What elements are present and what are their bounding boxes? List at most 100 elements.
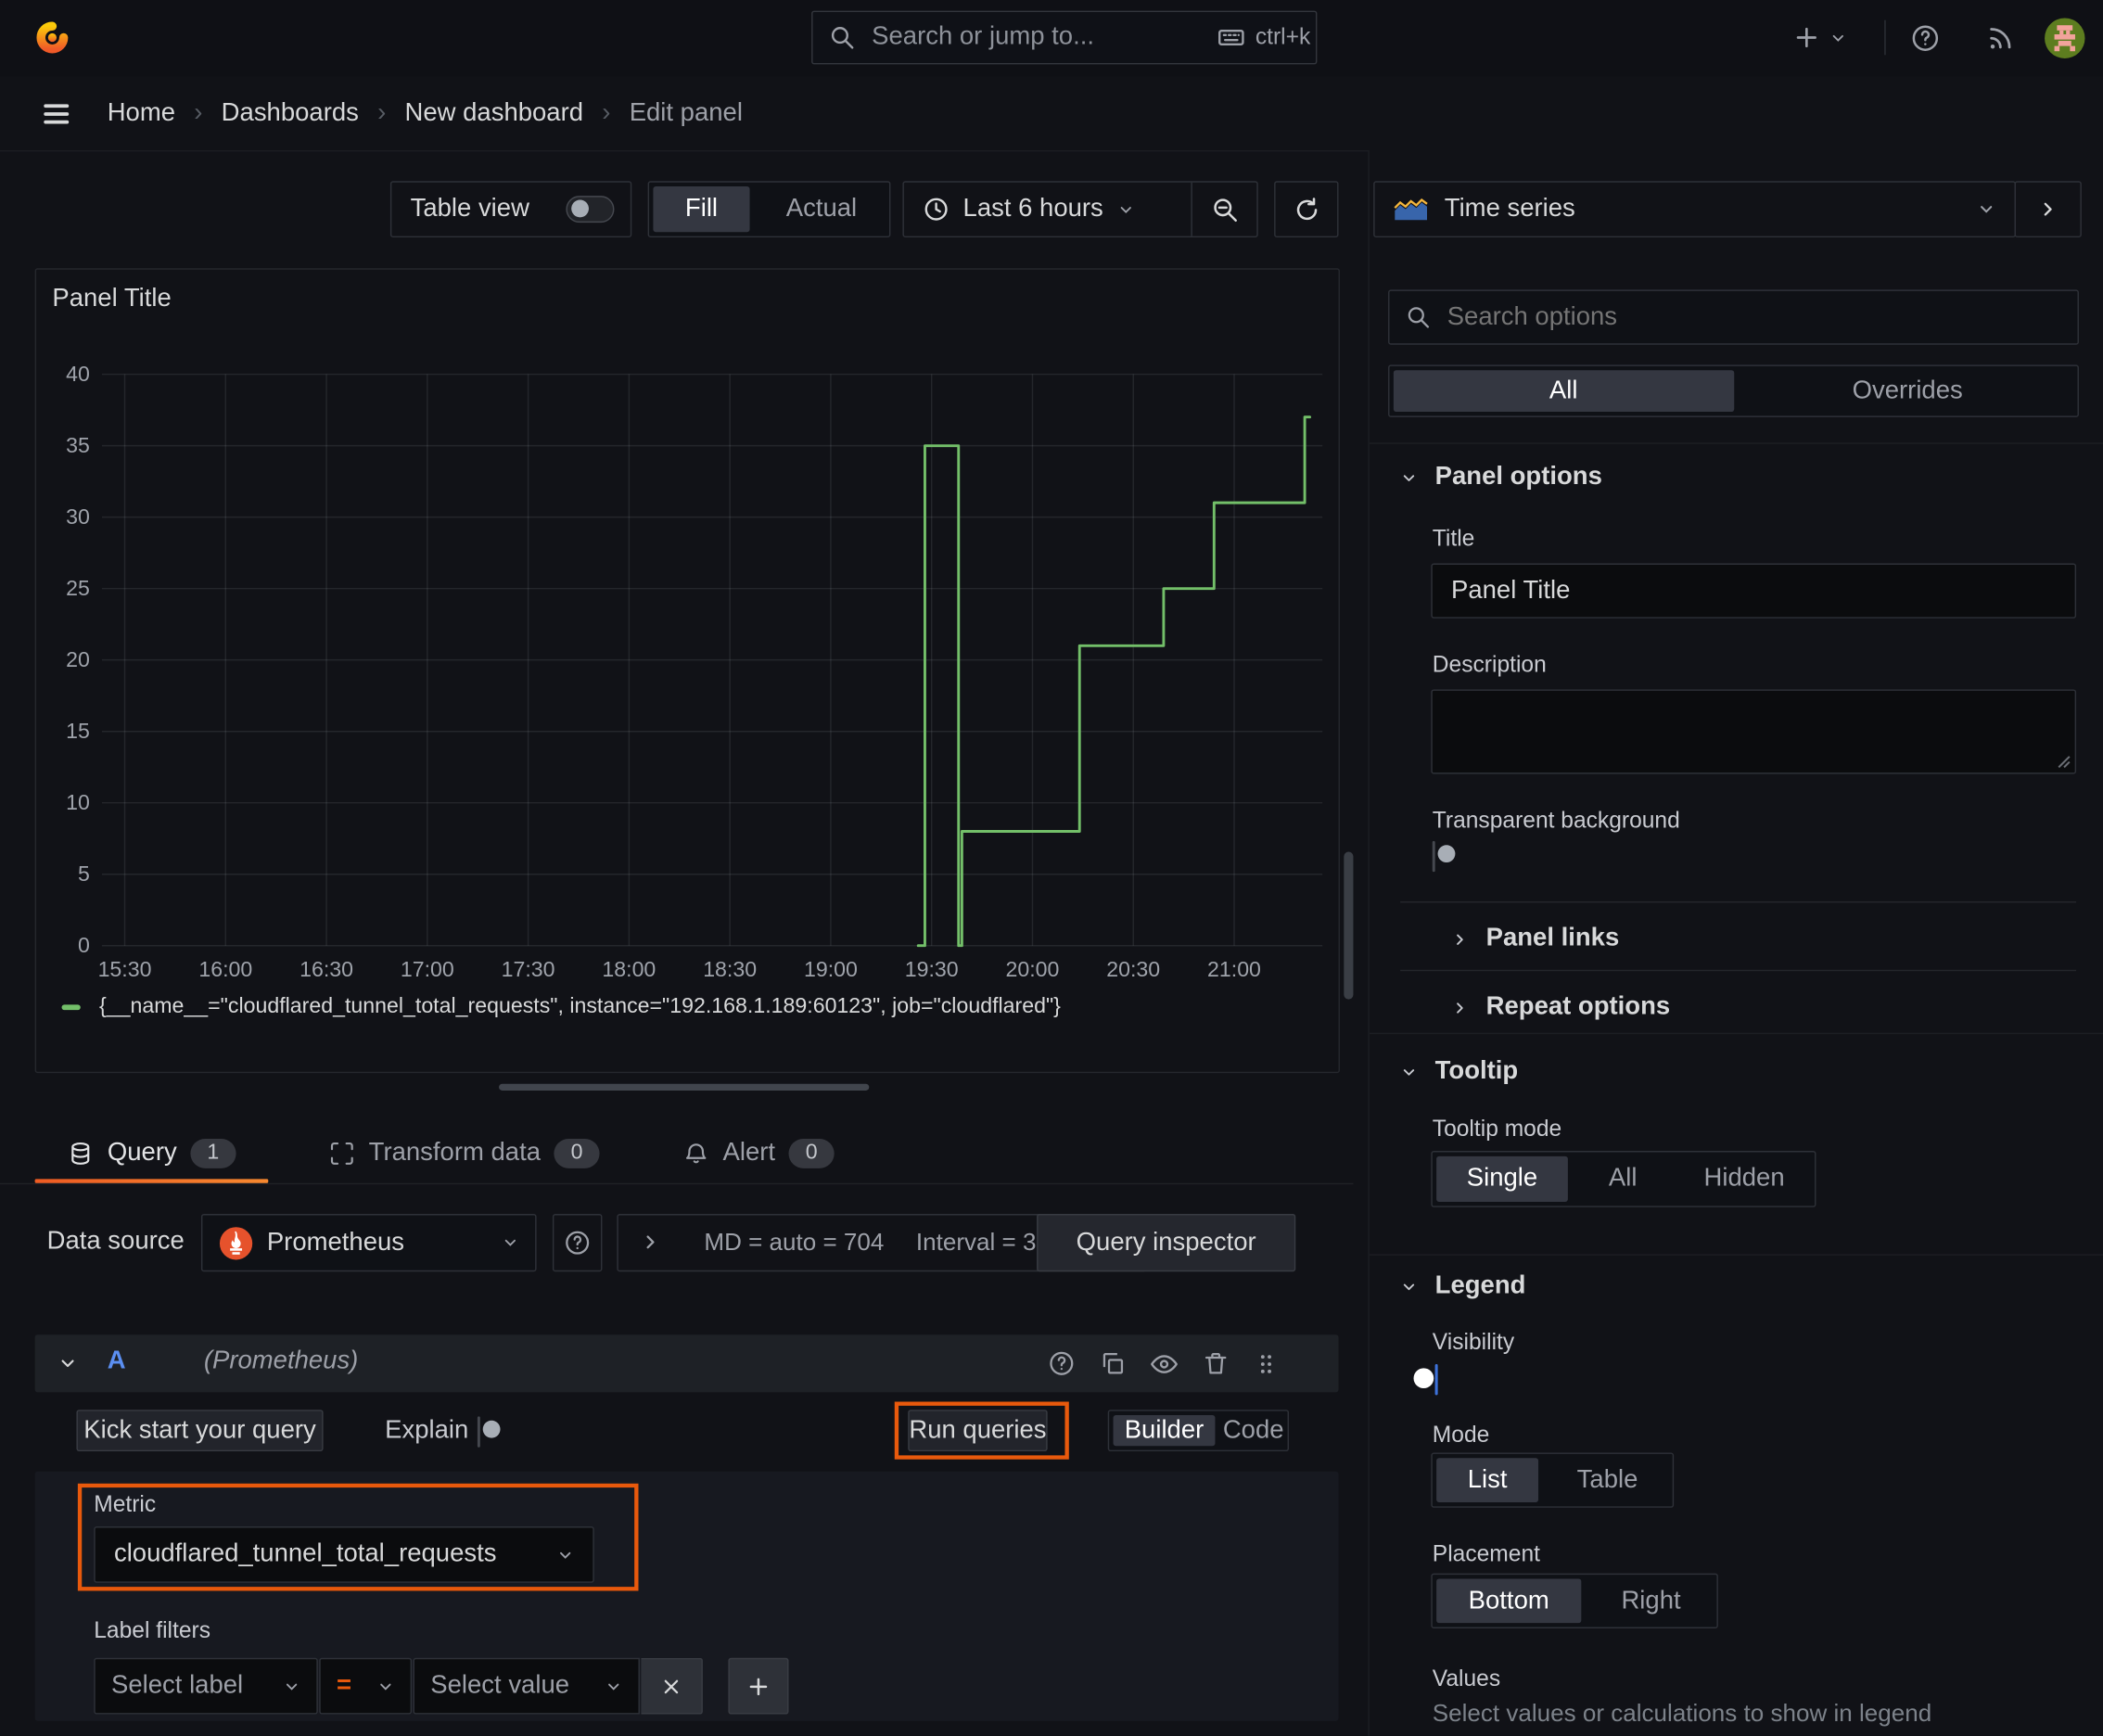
visibility-label: Visibility [1432, 1329, 1515, 1355]
tooltip-mode-single[interactable]: Single [1436, 1155, 1568, 1203]
tab-alert[interactable]: Alert 0 [660, 1124, 858, 1183]
delete-query-trash-icon[interactable] [1202, 1349, 1230, 1377]
repeat-options-section[interactable]: Repeat options [1451, 976, 1670, 1039]
drag-handle-grip-icon[interactable] [1253, 1350, 1280, 1377]
zoom-out-button[interactable] [1191, 182, 1256, 236]
remove-filter-button[interactable] [641, 1657, 703, 1715]
explain-toggle[interactable] [477, 1416, 501, 1448]
zoom-out-icon [1210, 195, 1238, 223]
query-row-header[interactable]: A (Prometheus) [34, 1334, 1339, 1393]
actual-option[interactable]: Actual [754, 183, 889, 236]
time-range-picker[interactable]: Last 6 hours [904, 195, 1192, 224]
panel-title-field[interactable] [1431, 563, 2077, 619]
svg-text:19:00: 19:00 [804, 957, 858, 981]
legend-mode-table[interactable]: Table [1542, 1454, 1672, 1506]
panel-options-section-header[interactable]: Panel options [1400, 463, 1602, 492]
select-value-dropdown[interactable]: Select value [413, 1657, 640, 1715]
legend-values-label: Values [1432, 1666, 1501, 1691]
global-search[interactable]: ctrl+k [811, 10, 1318, 65]
refresh-icon [1293, 195, 1320, 223]
tab-transform-data[interactable]: Transform data 0 [303, 1124, 625, 1183]
tooltip-mode-all[interactable]: All [1572, 1152, 1674, 1206]
global-search-input[interactable] [869, 21, 1204, 54]
resize-handle-icon[interactable] [2058, 755, 2071, 769]
time-series-chart[interactable]: 0 5 10 15 20 25 30 35 40 15:30 16:00 16:30 17:00 17:3… [36, 270, 1336, 1069]
tab-query[interactable]: Query 1 [34, 1124, 269, 1183]
chart-legend: {__name__="cloudflared_tunnel_total_requ… [61, 995, 1061, 1019]
news-rss-icon[interactable] [1985, 23, 2016, 54]
run-queries-button[interactable]: Run queries [908, 1410, 1048, 1452]
collapse-query-chevron-down-icon[interactable] [57, 1353, 78, 1373]
legend-placement-bottom[interactable]: Bottom [1436, 1578, 1582, 1624]
editor-tabs: Query 1 Transform data 0 Alert 0 [0, 1124, 1354, 1185]
datasource-picker[interactable]: Prometheus [200, 1214, 537, 1272]
svg-text:19:30: 19:30 [905, 957, 959, 981]
tab-all[interactable]: All [1393, 370, 1734, 413]
svg-text:17:30: 17:30 [502, 957, 555, 981]
select-label-placeholder: Select label [111, 1671, 244, 1700]
hamburger-menu-icon[interactable] [40, 98, 72, 131]
datasource-row: Data source Prometheus MD = auto = 704 I… [0, 1214, 1353, 1272]
transparent-background-toggle[interactable] [1432, 840, 1456, 873]
avatar[interactable] [2044, 18, 2085, 59]
kick-start-query-button[interactable]: Kick start your query [76, 1410, 324, 1452]
breadcrumb-dashboards[interactable]: Dashboards [222, 98, 359, 128]
select-label-dropdown[interactable]: Select label [94, 1657, 318, 1715]
legend-placement-right[interactable]: Right [1586, 1575, 1717, 1627]
visualization-picker[interactable]: Time series [1373, 181, 2016, 238]
collapse-sidebar-button[interactable] [2014, 181, 2082, 238]
query-ref-id: A [107, 1347, 126, 1375]
svg-text:15: 15 [66, 719, 90, 743]
svg-text:16:00: 16:00 [198, 957, 252, 981]
search-options-box[interactable] [1388, 289, 2079, 345]
legend-visibility-toggle[interactable] [1413, 1364, 1438, 1396]
legend-section-header[interactable]: Legend [1400, 1271, 1525, 1301]
tooltip-mode-hidden[interactable]: Hidden [1674, 1152, 1815, 1206]
breadcrumb-home[interactable]: Home [108, 98, 175, 128]
plus-icon [1791, 23, 1821, 53]
main-area: Table view Fill Actual Last 6 hours Pane… [0, 150, 1354, 1736]
legend-series-label[interactable]: {__name__="cloudflared_tunnel_total_requ… [99, 995, 1061, 1019]
tooltip-section-header[interactable]: Tooltip [1400, 1057, 1518, 1087]
new-menu-button[interactable] [1791, 23, 1846, 53]
duplicate-query-icon[interactable] [1099, 1349, 1127, 1377]
description-field[interactable] [1431, 689, 2077, 774]
query-inspector-button[interactable]: Query inspector [1037, 1214, 1296, 1272]
main-scrollbar[interactable] [1344, 851, 1354, 1000]
operator-dropdown[interactable]: = [319, 1657, 413, 1715]
builder-code-switch: Builder Code [1107, 1410, 1290, 1452]
grafana-logo-icon[interactable] [32, 18, 72, 57]
toggle-visibility-eye-icon[interactable] [1150, 1348, 1179, 1378]
code-option[interactable]: Code [1219, 1411, 1288, 1450]
breadcrumb-new-dashboard[interactable]: New dashboard [405, 98, 584, 128]
panel-title-input[interactable] [1448, 574, 2059, 607]
datasource-help-button[interactable] [552, 1214, 603, 1272]
metric-select[interactable]: cloudflared_tunnel_total_requests [94, 1526, 594, 1583]
svg-text:35: 35 [66, 433, 90, 457]
panel-resize-handle[interactable] [499, 1083, 870, 1091]
help-icon[interactable] [1910, 23, 1941, 54]
operator-value: = [337, 1671, 352, 1700]
table-view-toggle[interactable] [566, 196, 615, 223]
close-x-icon [660, 1675, 683, 1698]
keyboard-icon [1217, 23, 1246, 53]
fill-option[interactable]: Fill [653, 186, 750, 233]
divider [1400, 969, 2077, 972]
chevron-right-icon [1451, 930, 1469, 948]
description-textarea[interactable] [1432, 690, 2075, 773]
legend-placement-switch: Bottom Right [1431, 1573, 1718, 1628]
panel-links-section[interactable]: Panel links [1451, 908, 1619, 970]
query-help-icon[interactable] [1048, 1349, 1076, 1377]
chevron-down-icon [1400, 469, 1418, 487]
transparent-background-label: Transparent background [1432, 807, 1680, 834]
legend-mode-list[interactable]: List [1436, 1458, 1539, 1503]
refresh-button[interactable] [1274, 181, 1339, 238]
datasource-name: Prometheus [266, 1228, 405, 1257]
builder-option[interactable]: Builder [1113, 1414, 1216, 1447]
chart-panel[interactable]: Panel Title 0 5 10 15 20 25 30 35 40 15:30 16:00 16… [34, 268, 1340, 1074]
panel-links-label: Panel links [1485, 924, 1620, 952]
tab-overrides[interactable]: Overrides [1738, 366, 2078, 416]
tooltip-mode-label: Tooltip mode [1432, 1116, 1562, 1142]
add-filter-button[interactable] [728, 1657, 789, 1715]
search-options-input[interactable] [1444, 300, 2062, 334]
